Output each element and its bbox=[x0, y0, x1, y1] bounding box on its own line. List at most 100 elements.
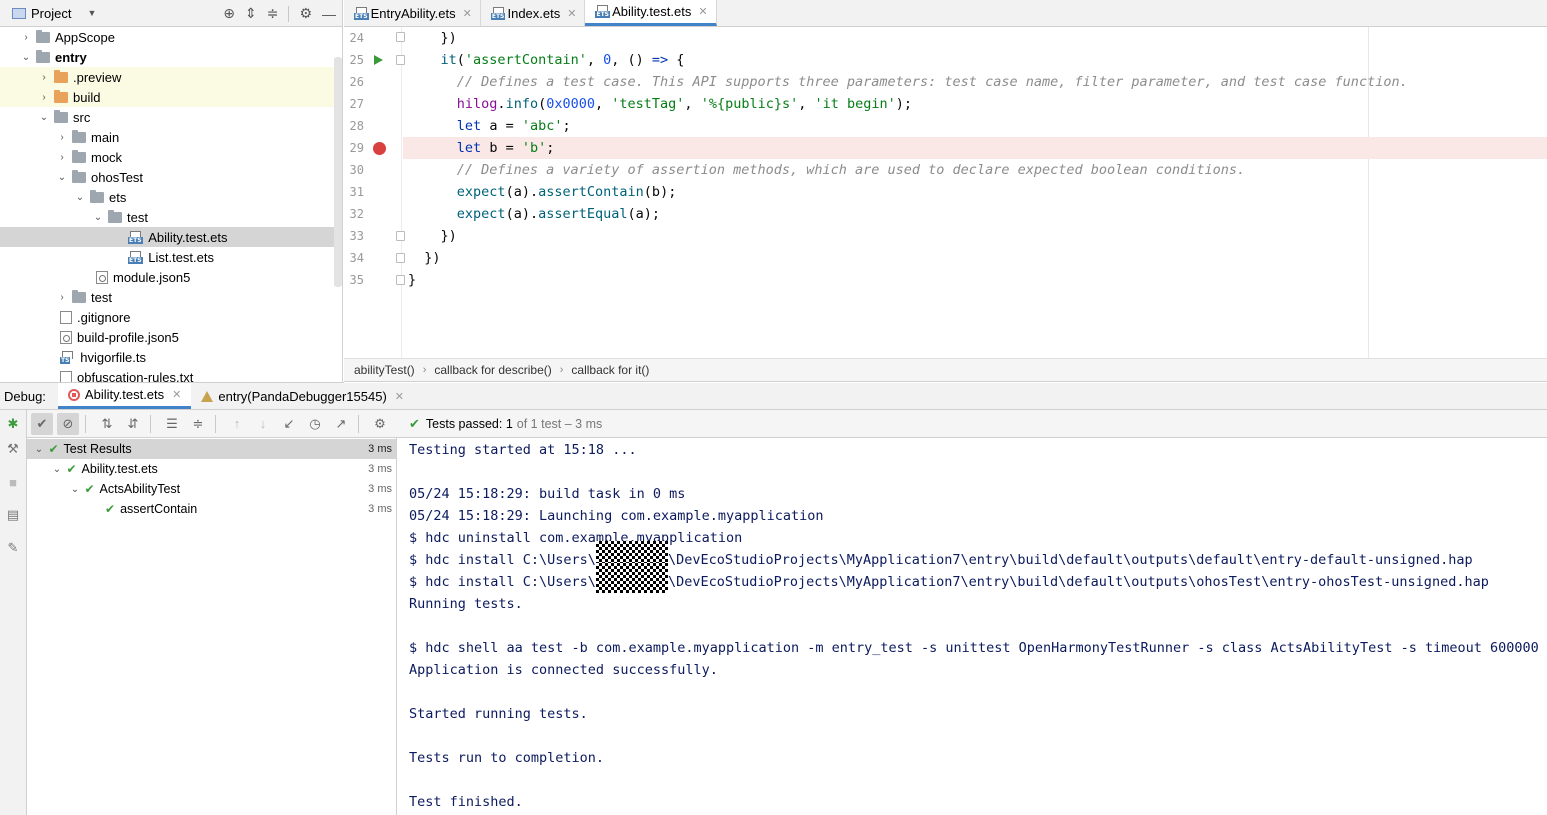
layout-icon[interactable]: ▤ bbox=[5, 507, 21, 523]
chevron-down-icon[interactable]: ⌄ bbox=[33, 444, 45, 455]
ts-file-icon bbox=[60, 350, 73, 364]
console-line: 05/24 15:18:29: build task in 0 ms bbox=[409, 486, 686, 502]
tree-item-list-test[interactable]: List.test.ets bbox=[0, 247, 335, 267]
collapse-all-icon[interactable]: ≑ bbox=[267, 5, 279, 22]
result-row-suite[interactable]: ⌄ ✔ ActsAbilityTest 3 ms bbox=[27, 479, 396, 499]
tree-item-ets[interactable]: ⌄ ets bbox=[0, 187, 335, 207]
console-output[interactable]: Testing started at 15:18 ... 05/24 15:18… bbox=[398, 438, 1547, 815]
chevron-right-icon[interactable]: › bbox=[38, 92, 50, 103]
tree-item-mock[interactable]: › mock bbox=[0, 147, 335, 167]
close-icon[interactable]: ✕ bbox=[395, 390, 404, 403]
result-row-file[interactable]: ⌄ ✔ Ability.test.ets 3 ms bbox=[27, 459, 396, 479]
chevron-right-icon[interactable]: › bbox=[56, 132, 68, 143]
arrow-up-icon[interactable]: ↑ bbox=[226, 413, 248, 435]
folder-icon bbox=[36, 49, 50, 63]
bug-icon[interactable]: ✱ bbox=[5, 416, 21, 432]
toolbar-divider bbox=[358, 414, 359, 433]
console-line: 05/24 15:18:29: Launching com.example.my… bbox=[409, 508, 824, 524]
code-line: it('assertContain', 0, () => { bbox=[440, 52, 685, 68]
chevron-right-icon[interactable]: › bbox=[56, 152, 68, 163]
import-icon[interactable]: ↙ bbox=[278, 413, 300, 435]
tree-item-gitignore[interactable]: .gitignore bbox=[0, 307, 335, 327]
tree-item-hvigorfile[interactable]: hvigorfile.ts bbox=[0, 347, 335, 367]
tab-ability-test[interactable]: Ability.test.ets ✕ bbox=[585, 0, 717, 26]
export-icon[interactable]: ↗ bbox=[330, 413, 352, 435]
chevron-right-icon[interactable]: › bbox=[56, 292, 68, 303]
debug-label: Debug: bbox=[4, 388, 46, 404]
stop-icon[interactable]: ■ bbox=[5, 474, 21, 490]
chevron-down-icon[interactable]: ⌄ bbox=[69, 484, 81, 495]
tree-item-ohostest[interactable]: ⌄ ohosTest bbox=[0, 167, 335, 187]
close-icon[interactable]: ✕ bbox=[172, 388, 181, 401]
tree-item-main[interactable]: › main bbox=[0, 127, 335, 147]
history-icon[interactable]: ◷ bbox=[304, 413, 326, 435]
folder-icon bbox=[72, 289, 86, 303]
chevron-right-icon[interactable]: › bbox=[38, 72, 50, 83]
console-line: Running tests. bbox=[409, 596, 523, 612]
tree-item-appscope[interactable]: › AppScope bbox=[0, 27, 335, 47]
tab-entryability[interactable]: EntryAbility.ets ✕ bbox=[344, 0, 481, 26]
code-editor[interactable]: 24 25 26 27 28 29 30 31 32 33 34 35 }) i… bbox=[344, 27, 1547, 358]
close-icon[interactable]: ✕ bbox=[463, 7, 472, 20]
run-test-icon[interactable] bbox=[374, 55, 383, 65]
close-icon[interactable]: ✕ bbox=[698, 5, 707, 18]
tree-item-ability-test[interactable]: Ability.test.ets bbox=[0, 227, 335, 247]
debug-side-toolbar: ✱ ⚒ ■ ▤ ✎ bbox=[0, 410, 27, 815]
editor-gutter[interactable]: 24 25 26 27 28 29 30 31 32 33 34 35 bbox=[344, 27, 405, 358]
close-icon[interactable]: ✕ bbox=[567, 7, 576, 20]
breadcrumb-item[interactable]: callback for it() bbox=[571, 363, 649, 377]
debug-tab-ability-test[interactable]: Ability.test.ets ✕ bbox=[57, 383, 192, 409]
code-line: // Defines a test case. This API support… bbox=[408, 74, 1408, 90]
tab-label: Ability.test.ets bbox=[612, 4, 692, 19]
chevron-down-icon[interactable]: ⌄ bbox=[20, 52, 32, 63]
chevron-right-icon[interactable]: › bbox=[20, 32, 32, 43]
tree-item-module-json[interactable]: module.json5 bbox=[0, 267, 335, 287]
chevron-right-icon: › bbox=[559, 364, 564, 376]
folder-icon bbox=[54, 89, 68, 103]
chevron-down-icon[interactable]: ⌄ bbox=[51, 464, 63, 475]
tab-label: EntryAbility.ets bbox=[370, 5, 456, 21]
chevron-down-icon[interactable]: ⌄ bbox=[74, 192, 86, 203]
breakpoint-icon[interactable] bbox=[373, 142, 386, 155]
tree-item-preview[interactable]: › .preview bbox=[0, 67, 335, 87]
sort-alpha-icon[interactable]: ⇅ bbox=[96, 413, 118, 435]
tab-index[interactable]: Index.ets ✕ bbox=[481, 0, 586, 26]
tree-item-test-folder[interactable]: ⌄ test bbox=[0, 207, 335, 227]
sort-duration-icon[interactable]: ⇵ bbox=[122, 413, 144, 435]
gear-icon[interactable]: ⚙ bbox=[299, 5, 312, 22]
debug-tool-window-header: Debug: Ability.test.ets ✕ entry(PandaDeb… bbox=[0, 383, 1547, 410]
chevron-down-icon[interactable]: ⌄ bbox=[56, 172, 68, 183]
show-passed-icon[interactable]: ✔ bbox=[31, 412, 53, 435]
tree-item-test[interactable]: › test bbox=[0, 287, 335, 307]
expand-all-icon[interactable]: ⇕ bbox=[245, 5, 257, 22]
result-row-root[interactable]: ⌄ ✔ Test Results 3 ms bbox=[27, 439, 396, 459]
pin-icon[interactable]: ✎ bbox=[5, 540, 21, 556]
debug-tab-panda-debugger[interactable]: entry(PandaDebugger15545) ✕ bbox=[191, 383, 414, 409]
breadcrumb-item[interactable]: abilityTest() bbox=[354, 363, 415, 377]
minimize-icon[interactable]: — bbox=[322, 6, 336, 22]
locate-icon[interactable]: ⊕ bbox=[223, 5, 235, 22]
breadcrumb-item[interactable]: callback for describe() bbox=[434, 363, 551, 377]
debug-tab-label: Ability.test.ets bbox=[84, 387, 165, 402]
result-row-case[interactable]: ✔ assertContain 3 ms bbox=[27, 499, 396, 519]
collapse-all-icon[interactable]: ≑ bbox=[187, 413, 209, 435]
tree-item-obfuscation-rules[interactable]: obfuscation-rules.txt bbox=[0, 367, 335, 383]
line-number: 34 bbox=[349, 251, 364, 265]
tree-item-build-profile[interactable]: build-profile.json5 bbox=[0, 327, 335, 347]
show-ignored-icon[interactable]: ⊘ bbox=[57, 412, 79, 435]
expand-all-icon[interactable]: ☰ bbox=[161, 413, 183, 435]
ets-file-icon bbox=[128, 230, 143, 244]
tree-scrollbar[interactable] bbox=[334, 57, 342, 287]
tree-item-build[interactable]: › build bbox=[0, 87, 335, 107]
tree-item-entry[interactable]: ⌄ entry bbox=[0, 47, 335, 67]
project-view-label[interactable]: Project bbox=[31, 6, 71, 21]
wrench-icon[interactable]: ⚒ bbox=[5, 441, 21, 457]
chevron-down-icon[interactable]: ⌄ bbox=[38, 112, 50, 123]
chevron-down-icon[interactable]: ▼ bbox=[87, 8, 96, 18]
chevron-down-icon[interactable]: ⌄ bbox=[92, 212, 104, 223]
arrow-down-icon[interactable]: ↓ bbox=[252, 413, 274, 435]
code-line-breakpoint: let b = 'b'; bbox=[403, 137, 1547, 159]
tree-item-src[interactable]: ⌄ src bbox=[0, 107, 335, 127]
line-number: 31 bbox=[349, 185, 364, 199]
gear-icon[interactable]: ⚙ bbox=[369, 413, 391, 435]
